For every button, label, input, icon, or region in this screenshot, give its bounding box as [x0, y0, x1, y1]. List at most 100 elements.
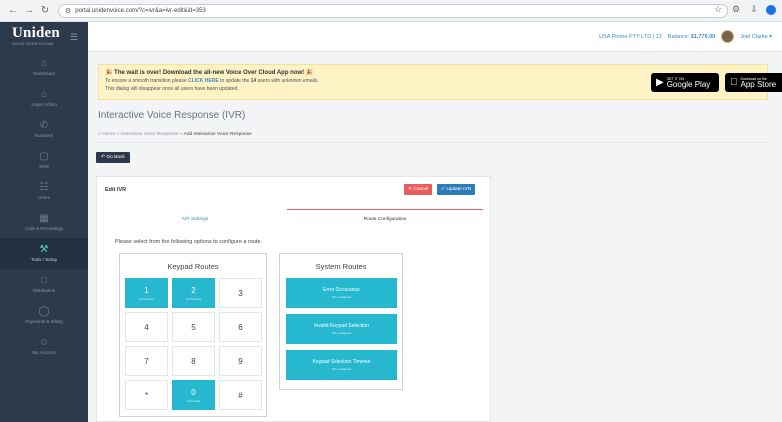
balance-label: Balance: [667, 33, 690, 40]
keypad-key[interactable]: # [219, 380, 262, 410]
keypad-key[interactable]: * [125, 380, 168, 410]
browser-toolbar: ← → ↻ ⚙ portal.unidenvoice.com/?c=ivr&a=… [0, 0, 782, 22]
keypad-key-label: 7 [144, 356, 149, 366]
keypad-selection-timeout-route[interactable]: Keypad Selection Timeout Not configured [286, 350, 397, 380]
sidebar-item-calls[interactable]: ▦ Calls & Recordings [0, 207, 88, 238]
keypad-key-label: 5 [191, 322, 196, 332]
shield-icon: ◯ [38, 306, 50, 317]
keypad-key-route: Conference [185, 296, 202, 301]
google-play-badge[interactable]: ▶ GET IT ON Google Play [651, 73, 719, 92]
go-back-button[interactable]: ↶ Go Back [96, 152, 130, 163]
back-arrow-icon[interactable]: ← [6, 4, 20, 18]
sidebar-item-label: SMS [39, 164, 49, 169]
update-ivr-button[interactable]: ✓ Update IVR [437, 184, 476, 195]
avatar[interactable] [721, 30, 735, 43]
google-play-icon: ▶ [656, 77, 664, 88]
downloads-icon[interactable]: ⇩ [748, 4, 760, 15]
menu-toggle-icon[interactable]: ☰ [70, 32, 78, 43]
forward-arrow-icon[interactable]: → [22, 4, 36, 18]
keypad-key-label: 6 [238, 322, 243, 332]
user-icon: ☺ [38, 337, 50, 348]
sidebar-item-tools-setup[interactable]: ⚒ Tools / Setup [0, 238, 88, 269]
sidebar-item-label: Payments & Billing [25, 319, 63, 324]
message-icon: ▢ [39, 151, 49, 162]
breadcrumb: ⌂ Home » Interactive Voice Response » Ad… [98, 132, 252, 137]
route-instructions: Please select from the following options… [115, 239, 263, 245]
app-header: Uniden VOICE OVER CLOUD ☰ USA Phone PTY … [0, 22, 782, 52]
error-occurance-route[interactable]: Error Occurance Not configured [286, 278, 397, 308]
sidebar-item-numbers[interactable]: ✆ Numbers [0, 114, 88, 145]
keypad-key[interactable]: 1 Conference [125, 278, 168, 308]
keypad-key-route: Conference [138, 296, 155, 301]
keypad-key-label: # [238, 390, 243, 400]
profile-icon[interactable] [766, 4, 776, 15]
apple-icon:  [730, 77, 738, 88]
party-icon: 🎉 [105, 70, 113, 76]
keypad-key[interactable]: 4 [125, 312, 168, 342]
users-icon: ☷ [39, 182, 49, 193]
sidebar-item-my-account[interactable]: ☺ My Account [0, 331, 88, 362]
logo-area[interactable]: Uniden VOICE OVER CLOUD ☰ [0, 22, 88, 52]
keypad-key-route: Voicemail [187, 398, 200, 403]
cancel-button[interactable]: ✕ Cancel [404, 184, 433, 195]
tab-ivr-settings[interactable]: IVR Settings [103, 209, 287, 229]
address-bar[interactable]: ⚙ portal.unidenvoice.com/?c=ivr&a=ivr-ed… [58, 4, 728, 18]
app-store-badge[interactable]:  Download on the App Store [725, 73, 782, 92]
chevron-down-icon: ▾ [769, 33, 772, 40]
sidebar-item-sms[interactable]: ▢ SMS [0, 145, 88, 176]
extensions-icon[interactable]: ⚙ [730, 4, 742, 15]
tab-bar: IVR Settings Route Configuration [103, 209, 483, 229]
app-download-banner: 🎉 The wait is over! Download the all-new… [98, 64, 782, 100]
keypad-key[interactable]: 5 [172, 312, 215, 342]
keypad-key[interactable]: 9 [219, 346, 262, 376]
keypad-key[interactable]: 0 Voicemail [172, 380, 215, 410]
keypad-key[interactable]: 2 Conference [172, 278, 215, 308]
click-here-link[interactable]: CLICK HERE [188, 78, 219, 84]
breadcrumb-ivr[interactable]: Interactive Voice Response [120, 132, 178, 137]
keypad-key[interactable]: 8 [172, 346, 215, 376]
keypad-key-label: 2 [191, 285, 196, 295]
invalid-keypad-selection-route[interactable]: Invalid Keypad Selection Not configured [286, 314, 397, 344]
tools-icon: ⚒ [39, 244, 49, 255]
breadcrumb-home[interactable]: Home [102, 132, 115, 137]
bookmark-star-icon[interactable]: ☆ [712, 4, 724, 15]
url-text: portal.unidenvoice.com/?c=ivr&a=ivr-edit… [75, 8, 206, 14]
keypad-key[interactable]: 7 [125, 346, 168, 376]
sidebar-item-payments[interactable]: ◯ Payments & Billing [0, 300, 88, 331]
phone-icon: ✆ [39, 120, 49, 131]
calendar-icon: ▦ [39, 213, 49, 224]
balance-value: $1,779.00 [690, 33, 716, 40]
keypad-key[interactable]: 6 [219, 312, 262, 342]
sidebar-item-dashboard[interactable]: ⌂ Dashboard [0, 52, 88, 83]
site-info-icon[interactable]: ⚙ [65, 7, 71, 15]
breadcrumb-current: Add Interactive Voice Response [183, 132, 252, 137]
card-title: Edit IVR [105, 187, 127, 193]
reload-icon[interactable]: ↻ [38, 4, 52, 18]
keypad-key-label: 4 [144, 322, 149, 332]
main-content: 🎉 The wait is over! Download the all-new… [88, 52, 782, 422]
sidebar-item-label: Super Admin [31, 102, 57, 107]
system-routes-title: System Routes [315, 262, 367, 271]
sidebar-item-users[interactable]: ☷ Users [0, 176, 88, 207]
sidebar-item-label: Calls & Recordings [24, 226, 64, 231]
home-icon: ⌂ [98, 132, 101, 137]
keypad-key-label: 1 [144, 285, 149, 295]
keypad-key-label: 9 [238, 356, 243, 366]
keypad-key-label: * [144, 390, 149, 400]
keypad-key-label: 0 [191, 387, 196, 397]
system-routes-panel: System Routes Error Occurance Not config… [279, 253, 403, 390]
keypad-key-label: 8 [191, 356, 196, 366]
edit-ivr-card: Edit IVR ✕ Cancel ✓ Update IVR IVR Setti… [96, 176, 491, 422]
sidebar-item-super-admin[interactable]: ⌂ Super Admin [0, 83, 88, 114]
sidebar-item-label: My Account [32, 350, 56, 355]
keypad-routes-panel: Keypad Routes 1 Conference 2 Conference 3 4 5 6… [119, 253, 267, 417]
home-icon: ⌂ [40, 89, 48, 100]
account-name[interactable]: USA Phone PTY LTD | 12 [599, 34, 662, 40]
sidebar-item-distribution[interactable]: □ Distribution [0, 269, 88, 300]
home-icon: ⌂ [40, 58, 48, 69]
tab-route-configuration[interactable]: Route Configuration [287, 209, 483, 229]
user-menu[interactable]: Joel Clarke ▾ [740, 34, 772, 40]
user-name: Joel Clarke [740, 33, 768, 40]
document-icon: □ [40, 275, 48, 286]
keypad-key[interactable]: 3 [219, 278, 262, 308]
